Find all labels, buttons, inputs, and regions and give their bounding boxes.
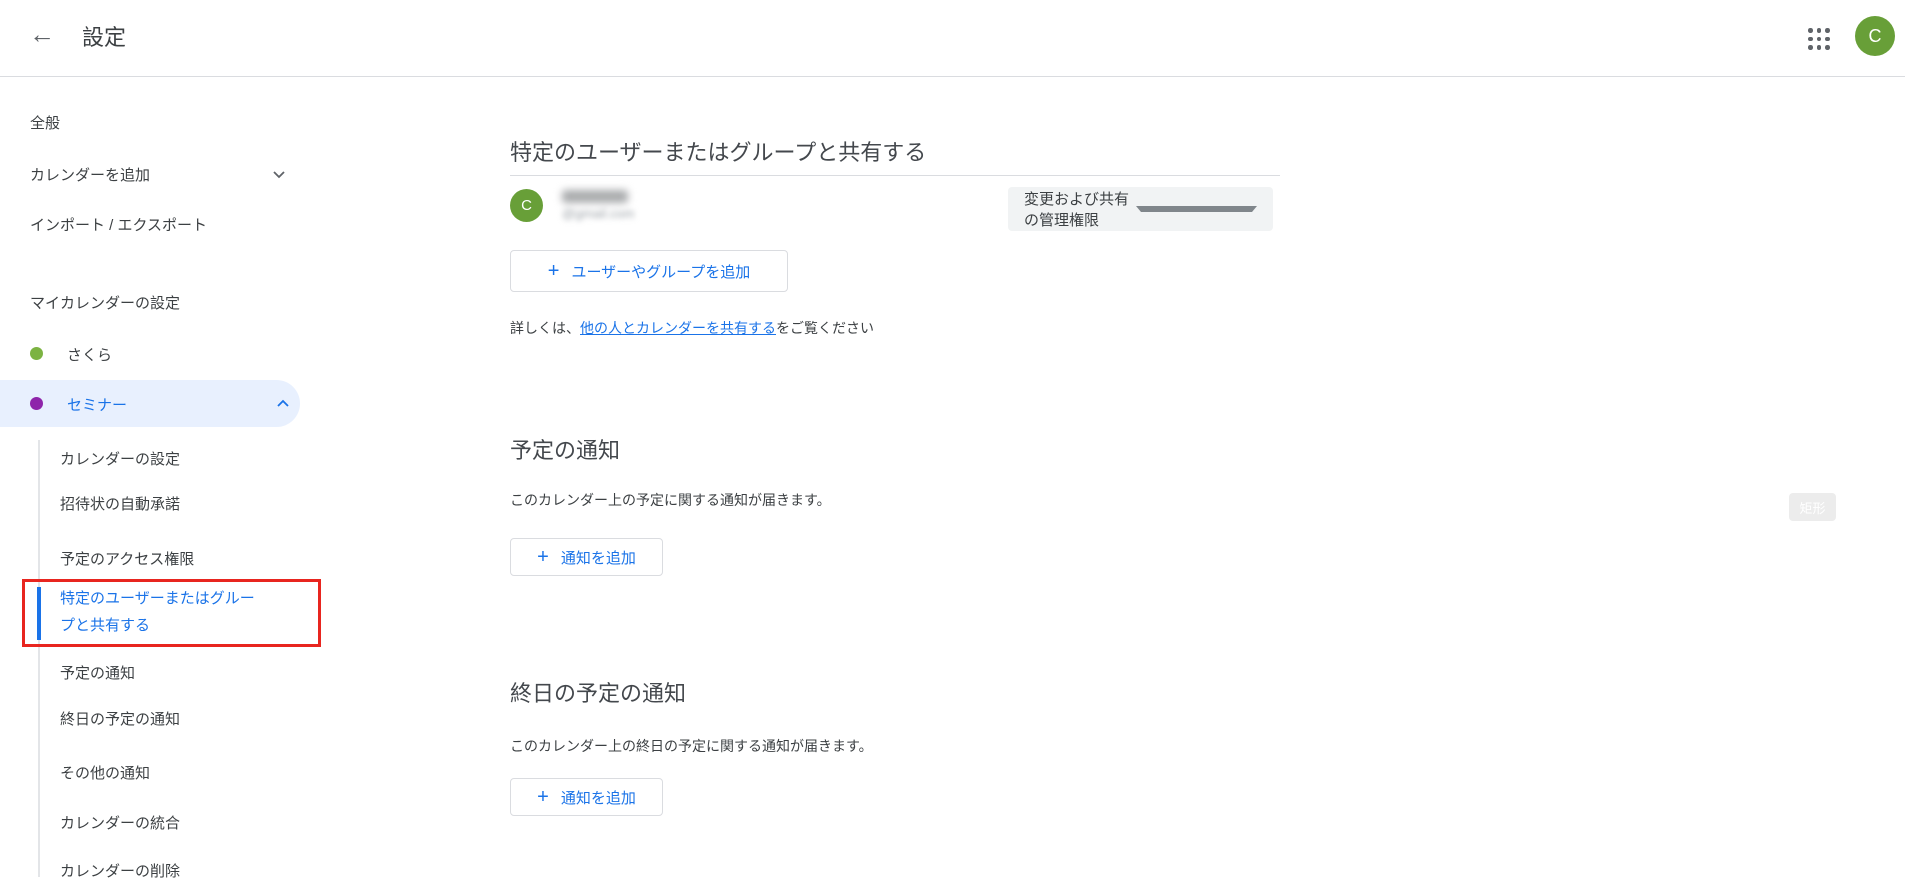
allday-notifications-description: このカレンダー上の終日の予定に関する通知が届きます。 (510, 736, 873, 756)
event-notifications-title: 予定の通知 (510, 433, 620, 465)
section-divider (510, 175, 1280, 176)
settings-page: ← 設定 C 全般 カレンダーを追加 インポート / エクスポート マイカレンダ… (0, 0, 1905, 896)
allday-notifications-title: 終日の予定の通知 (510, 676, 686, 708)
page-title: 設定 (82, 20, 126, 52)
rectangle-tool-badge: 矩形 (1789, 493, 1836, 521)
shared-user-avatar: C (510, 189, 543, 222)
plus-icon: + (548, 261, 560, 281)
top-bar: ← 設定 C (0, 0, 1905, 77)
add-allday-notification-button[interactable]: + 通知を追加 (510, 778, 663, 816)
share-help-text: 詳しくは、他の人とカレンダーを共有するをご覧ください (510, 318, 874, 338)
permission-dropdown[interactable]: 変更および共有の管理権限 (1008, 187, 1273, 231)
plus-icon: + (537, 547, 549, 567)
add-notification-button[interactable]: + 通知を追加 (510, 538, 663, 576)
help-prefix: 詳しくは、 (510, 320, 580, 336)
share-section-title: 特定のユーザーまたはグループと共有する (510, 135, 926, 167)
settings-content: 特定のユーザーまたはグループと共有する C @gmail.com 変更および共有… (0, 78, 1905, 896)
shared-user-email-blurred: @gmail.com (562, 206, 712, 221)
permission-dropdown-value: 変更および共有の管理権限 (1024, 188, 1136, 230)
account-avatar[interactable]: C (1855, 16, 1895, 56)
dropdown-caret-icon (1136, 206, 1258, 212)
back-arrow-icon[interactable]: ← (24, 16, 60, 52)
apps-grid-icon[interactable] (1806, 26, 1832, 52)
event-notifications-description: このカレンダー上の予定に関する通知が届きます。 (510, 490, 831, 510)
plus-icon: + (537, 787, 549, 807)
add-people-button-label: ユーザーやグループを追加 (571, 261, 750, 282)
shared-user-name-blurred (562, 190, 628, 203)
add-allday-notification-button-label: 通知を追加 (561, 787, 636, 808)
add-people-button[interactable]: + ユーザーやグループを追加 (510, 250, 788, 292)
add-notification-button-label: 通知を追加 (561, 547, 636, 568)
share-help-link[interactable]: 他の人とカレンダーを共有する (580, 320, 776, 336)
help-suffix: をご覧ください (776, 320, 874, 336)
